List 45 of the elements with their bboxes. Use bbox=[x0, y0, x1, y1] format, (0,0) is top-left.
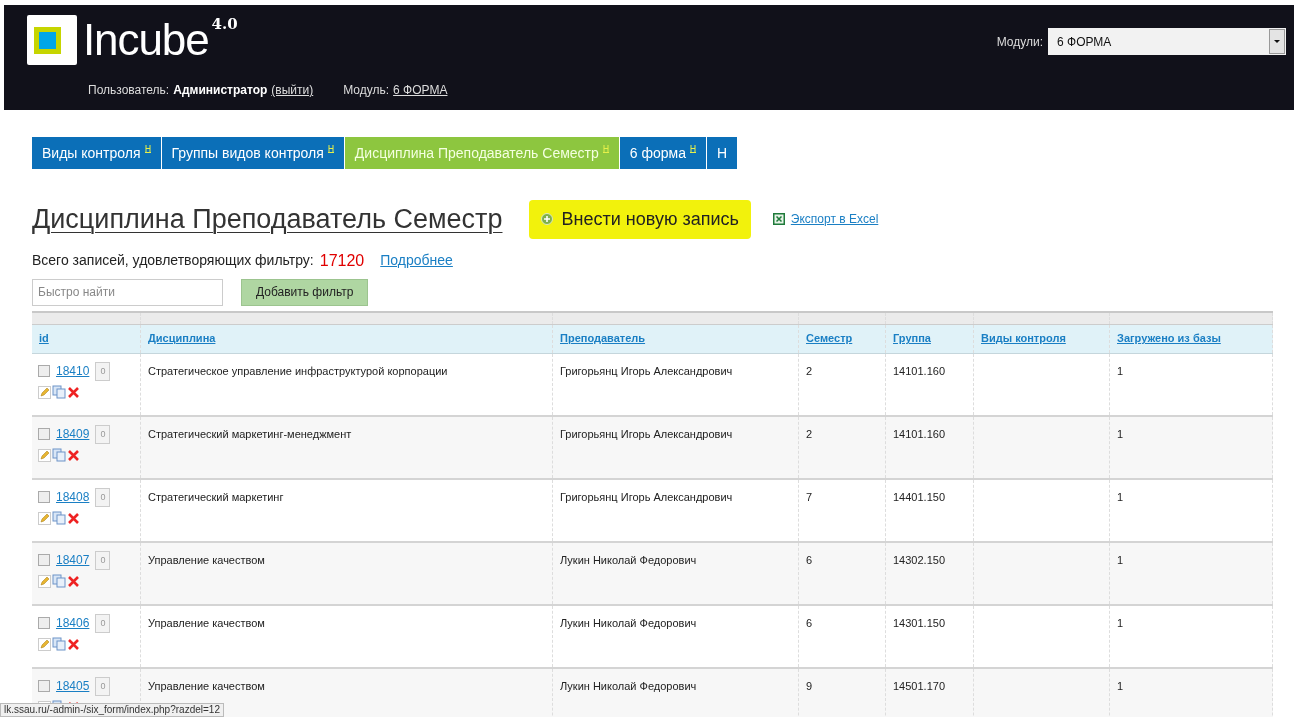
table-cell: Лукин Николай Федорович bbox=[560, 679, 697, 692]
count-badge: 0 bbox=[95, 361, 111, 381]
table-cell: 6 bbox=[806, 553, 813, 566]
user-label: Пользователь: bbox=[88, 82, 170, 99]
table-cell: Григорьянц Игорь Александрович bbox=[560, 427, 733, 440]
count-badge: 0 bbox=[95, 487, 111, 507]
logo-text: Incube bbox=[83, 15, 209, 65]
table-cell: 1 bbox=[1117, 553, 1124, 566]
table-cell: 1 bbox=[1117, 364, 1124, 377]
table-cell: Стратегический маркетинг bbox=[148, 490, 284, 503]
total-label: Всего записей, удовлетворяющих фильтру: bbox=[32, 251, 314, 270]
module-label: Модуль: bbox=[343, 82, 390, 99]
total-count: 17120 bbox=[319, 250, 365, 271]
table-cell: 14101.160 bbox=[893, 364, 945, 377]
table-cell: 9 bbox=[806, 679, 813, 692]
table-cell: 7 bbox=[806, 490, 813, 503]
table-cell: 2 bbox=[806, 364, 813, 377]
status-url-tooltip: lk.ssau.ru/-admin-/six_form/index.php?razdel=12 bbox=[0, 703, 224, 717]
user-name: Администратор bbox=[173, 82, 268, 99]
count-badge: 0 bbox=[95, 613, 111, 633]
table-cell: Управление качеством bbox=[148, 616, 265, 629]
table-cell: Лукин Николай Федорович bbox=[560, 616, 697, 629]
table-cell: 1 bbox=[1117, 427, 1124, 440]
table-cell: 1 bbox=[1117, 679, 1124, 692]
table-cell: 14101.160 bbox=[893, 427, 945, 440]
table-cell: 14501.170 bbox=[893, 679, 945, 692]
count-badge: 0 bbox=[95, 424, 111, 444]
modules-label: Модули: bbox=[996, 34, 1043, 51]
table-cell: Управление качеством bbox=[148, 553, 265, 566]
count-badge: 0 bbox=[95, 550, 111, 570]
table-cell: 14301.150 bbox=[893, 616, 945, 629]
table-cell: 1 bbox=[1117, 616, 1124, 629]
table-cell: Стратегическое управление инфраструктурой корпорации bbox=[148, 364, 448, 377]
table-cell: 6 bbox=[806, 616, 813, 629]
count-badge: 0 bbox=[95, 676, 111, 696]
table-cell: Стратегический маркетинг-менеджмент bbox=[148, 427, 352, 440]
table-cell: 14401.150 bbox=[893, 490, 945, 503]
table-cell: 1 bbox=[1117, 490, 1124, 503]
table-cell: 2 bbox=[806, 427, 813, 440]
table-cell: Григорьянц Игорь Александрович bbox=[560, 364, 733, 377]
version-label: 4.0 bbox=[211, 14, 238, 35]
table-cell: Управление качеством bbox=[148, 679, 265, 692]
table-cell: Лукин Николай Федорович bbox=[560, 553, 697, 566]
table-cell: Григорьянц Игорь Александрович bbox=[560, 490, 733, 503]
table-cell: 14302.150 bbox=[893, 553, 945, 566]
